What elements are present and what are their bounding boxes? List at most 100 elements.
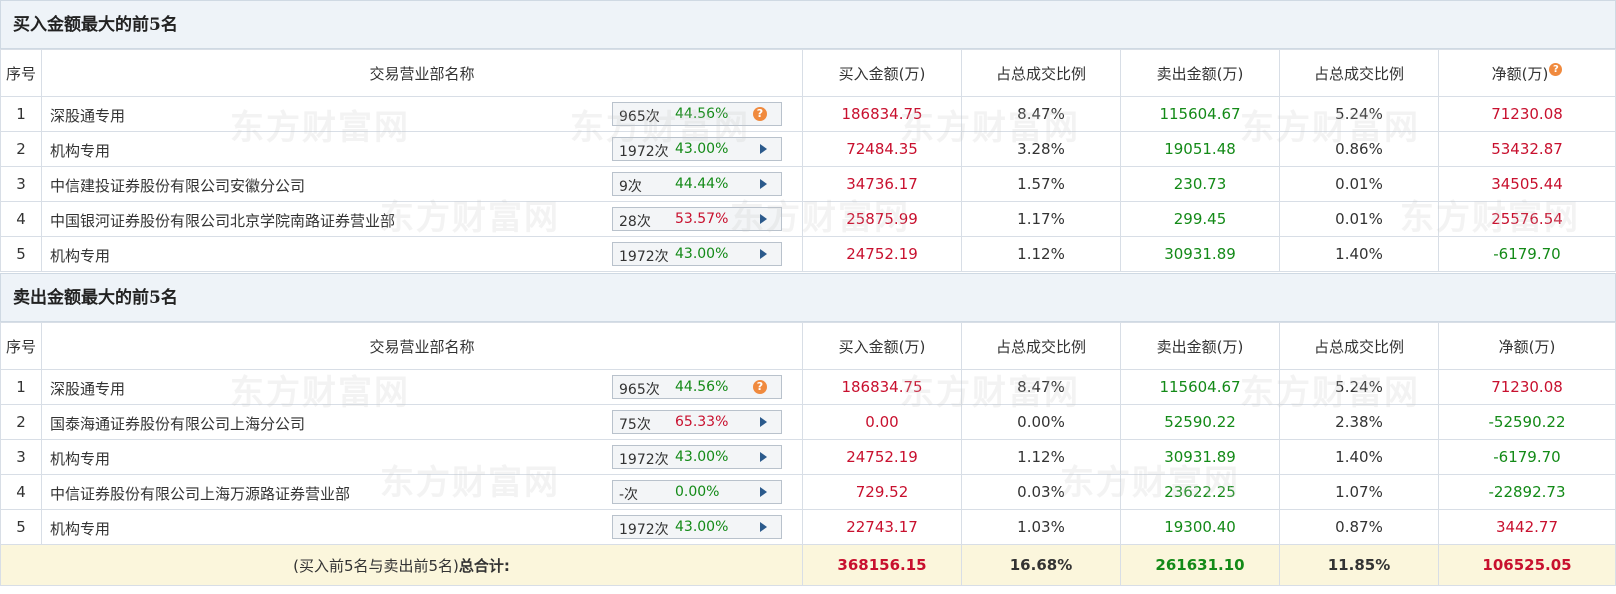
arrow-right-icon[interactable] bbox=[760, 249, 767, 259]
net-amount: 53432.87 bbox=[1438, 131, 1616, 167]
broker-count: 965次 bbox=[619, 382, 660, 398]
buy-section-title: 买入金额最大的前5名 bbox=[0, 0, 1616, 49]
total-buy-pct: 16.68% bbox=[961, 544, 1121, 586]
total-buy: 368156.15 bbox=[802, 544, 962, 586]
broker-stats-box[interactable]: 965次 44.56%? bbox=[612, 102, 782, 126]
buy-amount: 729.52 bbox=[802, 474, 962, 510]
sell-pct: 1.40% bbox=[1279, 236, 1439, 272]
broker-cell: 机构专用 1972次 43.00% bbox=[41, 439, 803, 475]
col-header-sell-pct: 占总成交比例 bbox=[1279, 322, 1439, 370]
broker-stats-box[interactable]: 9次 44.44% bbox=[612, 172, 782, 196]
sell-amount: 52590.22 bbox=[1120, 404, 1280, 440]
net-amount: -52590.22 bbox=[1438, 404, 1616, 440]
broker-stats-box[interactable]: -次 0.00% bbox=[612, 480, 782, 504]
sell-amount: 19051.48 bbox=[1120, 131, 1280, 167]
help-icon[interactable]: ? bbox=[753, 107, 767, 121]
col-header-sell: 卖出金额(万) bbox=[1120, 49, 1280, 97]
broker-stats-box[interactable]: 1972次 43.00% bbox=[612, 242, 782, 266]
broker-rate: 43.00% bbox=[675, 141, 729, 157]
col-header-buy: 买入金额(万) bbox=[802, 322, 962, 370]
broker-name: 机构专用 bbox=[50, 142, 111, 160]
table-row: 3 中信建投证券股份有限公司安徽分公司 9次 44.44% 34736.17 1.57% 2… bbox=[0, 166, 1616, 202]
broker-count: 75次 bbox=[619, 417, 651, 433]
buy-pct: 0.03% bbox=[961, 474, 1121, 510]
buy-pct: 1.57% bbox=[961, 166, 1121, 202]
arrow-right-icon[interactable] bbox=[760, 452, 767, 462]
sell-amount: 30931.89 bbox=[1120, 439, 1280, 475]
arrow-right-icon[interactable] bbox=[760, 487, 767, 497]
broker-rate: 43.00% bbox=[675, 246, 729, 262]
buy-amount: 34736.17 bbox=[802, 166, 962, 202]
arrow-right-icon[interactable] bbox=[760, 179, 767, 189]
net-amount: 3442.77 bbox=[1438, 509, 1616, 545]
arrow-right-icon[interactable] bbox=[760, 522, 767, 532]
sell-table-body: 1 深股通专用 965次 44.56%? 186834.75 8.47% 115604.67… bbox=[0, 369, 1616, 545]
table-row: 4 中国银河证券股份有限公司北京学院南路证券营业部 28次 53.57% 25875.9… bbox=[0, 201, 1616, 237]
broker-stats-box[interactable]: 965次 44.56%? bbox=[612, 375, 782, 399]
broker-name: 机构专用 bbox=[50, 520, 111, 538]
buy-amount: 186834.75 bbox=[802, 369, 962, 405]
broker-stats-box[interactable]: 75次 65.33% bbox=[612, 410, 782, 434]
help-icon[interactable]: ? bbox=[753, 380, 767, 394]
col-header-net: 净额(万) bbox=[1438, 322, 1616, 370]
row-index: 4 bbox=[0, 201, 42, 237]
broker-cell: 机构专用 1972次 43.00% bbox=[41, 131, 803, 167]
broker-cell: 中信证券股份有限公司上海万源路证券营业部 -次 0.00% bbox=[41, 474, 803, 510]
row-index: 4 bbox=[0, 474, 42, 510]
arrow-right-icon[interactable] bbox=[760, 144, 767, 154]
sell-section-title: 卖出金额最大的前5名 bbox=[0, 273, 1616, 322]
sell-pct: 2.38% bbox=[1279, 404, 1439, 440]
net-amount: 71230.08 bbox=[1438, 369, 1616, 405]
broker-name: 深股通专用 bbox=[50, 380, 126, 398]
row-index: 5 bbox=[0, 236, 42, 272]
dragon-tiger-board: 买入金额最大的前5名 序号 交易营业部名称 买入金额(万) 占总成交比例 卖出金… bbox=[0, 0, 1616, 586]
row-index: 2 bbox=[0, 404, 42, 440]
table-row: 5 机构专用 1972次 43.00% 24752.19 1.12% 30931.89 1.4… bbox=[0, 236, 1616, 272]
broker-count: 1972次 bbox=[619, 249, 669, 265]
broker-stats-box[interactable]: 28次 53.57% bbox=[612, 207, 782, 231]
broker-stats-box[interactable]: 1972次 43.00% bbox=[612, 445, 782, 469]
sell-amount: 299.45 bbox=[1120, 201, 1280, 237]
table-row: 1 深股通专用 965次 44.56%? 186834.75 8.47% 115604.67… bbox=[0, 96, 1616, 132]
buy-amount: 72484.35 bbox=[802, 131, 962, 167]
help-icon[interactable]: ? bbox=[1549, 62, 1563, 76]
total-label: (买入前5名与卖出前5名)总合计: bbox=[0, 544, 803, 586]
broker-name: 国泰海通证券股份有限公司上海分公司 bbox=[50, 415, 306, 433]
col-header-net-label: 净额(万) bbox=[1491, 64, 1549, 83]
sell-pct: 5.24% bbox=[1279, 369, 1439, 405]
broker-stats-box[interactable]: 1972次 43.00% bbox=[612, 515, 782, 539]
net-amount: 34505.44 bbox=[1438, 166, 1616, 202]
col-header-sell: 卖出金额(万) bbox=[1120, 322, 1280, 370]
sell-pct: 0.87% bbox=[1279, 509, 1439, 545]
net-amount: -6179.70 bbox=[1438, 236, 1616, 272]
arrow-right-icon[interactable] bbox=[760, 214, 767, 224]
broker-count: 9次 bbox=[619, 179, 642, 195]
broker-cell: 国泰海通证券股份有限公司上海分公司 75次 65.33% bbox=[41, 404, 803, 440]
sell-amount: 115604.67 bbox=[1120, 369, 1280, 405]
table-row: 4 中信证券股份有限公司上海万源路证券营业部 -次 0.00% 729.52 0.03% 2… bbox=[0, 474, 1616, 510]
sell-amount: 19300.40 bbox=[1120, 509, 1280, 545]
broker-cell: 机构专用 1972次 43.00% bbox=[41, 236, 803, 272]
buy-pct: 0.00% bbox=[961, 404, 1121, 440]
broker-cell: 中国银河证券股份有限公司北京学院南路证券营业部 28次 53.57% bbox=[41, 201, 803, 237]
broker-rate: 53.57% bbox=[675, 211, 729, 227]
col-header-broker: 交易营业部名称 bbox=[41, 49, 803, 97]
buy-amount: 24752.19 bbox=[802, 439, 962, 475]
buy-pct: 1.12% bbox=[961, 236, 1121, 272]
buy-amount: 0.00 bbox=[802, 404, 962, 440]
broker-cell: 中信建投证券股份有限公司安徽分公司 9次 44.44% bbox=[41, 166, 803, 202]
broker-name: 深股通专用 bbox=[50, 107, 126, 125]
table-row: 2 国泰海通证券股份有限公司上海分公司 75次 65.33% 0.00 0.00% 5259… bbox=[0, 404, 1616, 440]
net-amount: -22892.73 bbox=[1438, 474, 1616, 510]
buy-pct: 8.47% bbox=[961, 96, 1121, 132]
buy-top5-table: 序号 交易营业部名称 买入金额(万) 占总成交比例 卖出金额(万) 占总成交比例… bbox=[0, 49, 1616, 272]
sell-pct: 0.01% bbox=[1279, 201, 1439, 237]
broker-count: 28次 bbox=[619, 214, 651, 230]
broker-name: 中信建投证券股份有限公司安徽分公司 bbox=[50, 177, 306, 195]
total-sell-pct: 11.85% bbox=[1279, 544, 1439, 586]
total-label-suffix: 总合计: bbox=[458, 556, 510, 575]
arrow-right-icon[interactable] bbox=[760, 417, 767, 427]
broker-stats-box[interactable]: 1972次 43.00% bbox=[612, 137, 782, 161]
broker-rate: 44.56% bbox=[675, 379, 729, 395]
sell-pct: 0.01% bbox=[1279, 166, 1439, 202]
